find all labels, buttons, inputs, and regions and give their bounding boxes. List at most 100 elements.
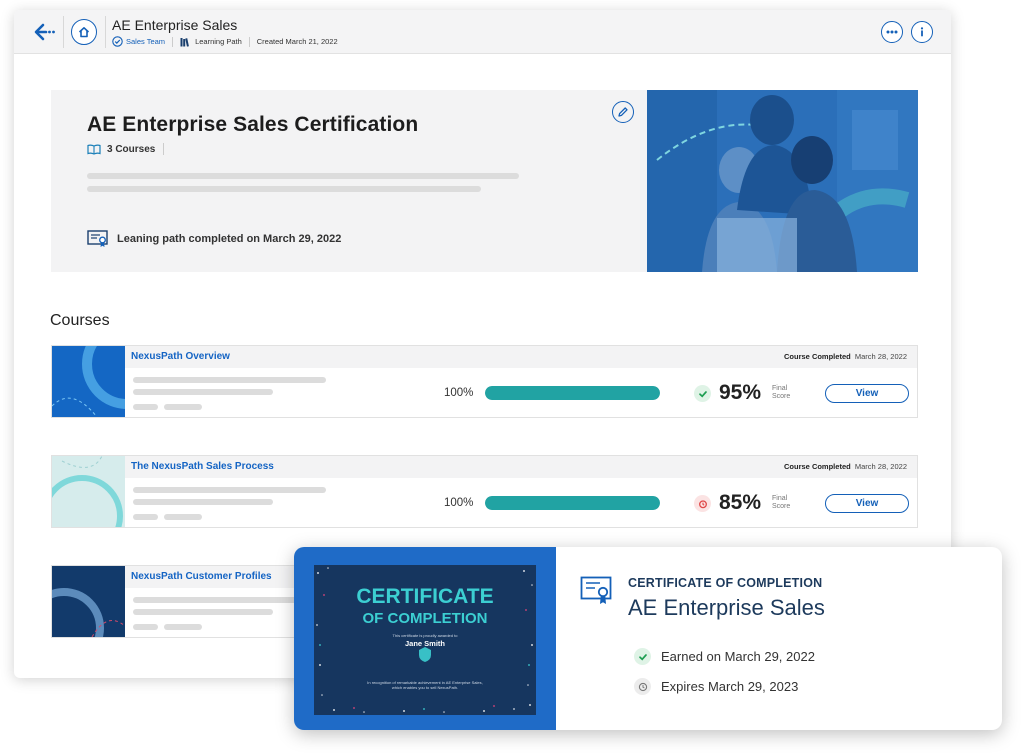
course-thumbnail-image	[52, 456, 125, 527]
course-thumbnail	[52, 346, 125, 417]
open-book-icon	[87, 144, 101, 155]
course-thumbnail-image	[52, 566, 125, 637]
check-icon	[698, 390, 707, 398]
certificate-icon-svg	[580, 576, 612, 604]
more-options-button[interactable]	[881, 21, 903, 43]
path-type: Learning Path	[195, 37, 242, 46]
tag-placeholder	[164, 624, 202, 630]
divider	[163, 143, 165, 155]
topbar-divider	[63, 16, 64, 48]
course-status: Course Completed March 28, 2022	[784, 462, 907, 471]
certificate-subheading: OF COMPLETION	[362, 610, 488, 627]
certificate-icon	[580, 576, 614, 611]
completion-note: Leaning path completed on March 29, 2022	[87, 230, 341, 248]
status-label: Course Completed	[784, 352, 851, 361]
certificate-heading: CERTIFICATE	[356, 585, 494, 608]
tag-placeholder	[133, 514, 158, 520]
certificate-document: CERTIFICATE OF COMPLETION This certifica…	[314, 565, 536, 715]
final-score-label: Final Score	[772, 495, 791, 510]
back-arrow-icon	[34, 23, 55, 41]
final-score-label: Final Score	[772, 385, 791, 400]
final-score: 95%	[719, 381, 762, 404]
course-title-link[interactable]: NexusPath Customer Profiles	[131, 571, 272, 582]
description-placeholder	[133, 499, 273, 505]
certificate-icon	[87, 230, 108, 247]
path-meta: Sales Team Learning Path Created March 2…	[112, 36, 338, 47]
certificate-recognition-text: In recognition of remarkable achievement…	[367, 680, 483, 690]
earned-line: Earned on March 29, 2022	[634, 648, 815, 665]
tag-placeholder	[164, 514, 202, 520]
progress-fill	[485, 386, 660, 400]
description-placeholder	[133, 389, 273, 395]
certificate-title: AE Enterprise Sales	[628, 595, 825, 620]
view-course-button[interactable]: View	[825, 384, 909, 403]
course-thumbnail-image	[52, 346, 125, 417]
course-row[interactable]: The NexusPath Sales Process Course Compl…	[51, 455, 918, 528]
course-thumbnail	[52, 456, 125, 527]
status-date: March 28, 2022	[854, 352, 907, 361]
course-title-link[interactable]: The NexusPath Sales Process	[131, 461, 274, 472]
certificate-awarded-text: This certificate is proudly awarded to	[392, 633, 458, 638]
hero-title: AE Enterprise Sales Certification	[87, 113, 419, 136]
description-placeholder	[87, 173, 519, 179]
courses-heading: Courses	[50, 312, 110, 329]
status-date: March 28, 2022	[854, 462, 907, 471]
hero-photo	[647, 90, 918, 272]
check-icon	[634, 648, 651, 665]
course-count-label: 3 Courses	[107, 143, 156, 155]
course-header: The NexusPath Sales Process Course Compl…	[125, 456, 917, 478]
expires-date: Expires March 29, 2023	[661, 679, 799, 694]
final-score: 85%	[719, 491, 762, 514]
home-icon	[78, 27, 90, 38]
course-status: Course Completed March 28, 2022	[784, 352, 907, 361]
progress-bar	[485, 496, 660, 510]
description-placeholder	[87, 186, 481, 192]
score-status-badge	[694, 495, 711, 512]
course-count: 3 Courses	[87, 143, 165, 155]
certificate-recipient: Jane Smith	[404, 639, 445, 648]
team-link[interactable]: Sales Team	[126, 37, 165, 46]
info-icon	[920, 27, 924, 37]
info-button[interactable]	[911, 21, 933, 43]
certificate-kicker: CERTIFICATE OF COMPLETION	[628, 576, 823, 590]
status-label: Course Completed	[784, 462, 851, 471]
tag-placeholder	[133, 624, 158, 630]
progress-percent: 100%	[444, 387, 474, 399]
learning-path-hero: AE Enterprise Sales Certification 3 Cour…	[51, 90, 918, 272]
description-placeholder	[133, 487, 326, 493]
tag-placeholder	[133, 404, 158, 410]
edit-button[interactable]	[612, 101, 634, 123]
more-horizontal-icon	[886, 30, 898, 34]
path-title: AE Enterprise Sales	[112, 17, 238, 33]
progress-fill	[485, 496, 660, 510]
alarm-clock-icon	[698, 499, 707, 508]
team-photo-image	[647, 90, 918, 272]
pencil-icon	[618, 107, 628, 117]
course-row[interactable]: NexusPath Overview Course Completed Marc…	[51, 345, 918, 418]
clock-icon	[634, 678, 651, 695]
description-placeholder	[133, 609, 273, 615]
back-button[interactable]	[34, 22, 56, 42]
description-placeholder	[133, 377, 326, 383]
course-header: NexusPath Overview Course Completed Marc…	[125, 346, 917, 368]
topbar-divider	[105, 16, 106, 48]
course-thumbnail	[52, 566, 125, 637]
meta-divider	[248, 36, 250, 47]
completion-text: Leaning path completed on March 29, 2022	[117, 233, 342, 245]
created-date: Created March 21, 2022	[256, 37, 338, 46]
tag-placeholder	[164, 404, 202, 410]
check-circle-icon	[112, 36, 123, 47]
books-icon	[180, 37, 189, 47]
expires-line: Expires March 29, 2023	[634, 678, 798, 695]
progress-bar	[485, 386, 660, 400]
top-bar: AE Enterprise Sales Sales Team Learning …	[14, 10, 951, 54]
course-title-link[interactable]: NexusPath Overview	[131, 351, 230, 362]
certificate-card[interactable]: CERTIFICATE OF COMPLETION This certifica…	[294, 547, 1002, 730]
progress-percent: 100%	[444, 497, 474, 509]
score-status-badge	[694, 385, 711, 402]
certificate-preview: CERTIFICATE OF COMPLETION This certifica…	[294, 547, 556, 730]
view-course-button[interactable]: View	[825, 494, 909, 513]
earned-date: Earned on March 29, 2022	[661, 649, 815, 664]
home-button[interactable]	[71, 19, 97, 45]
meta-divider	[172, 36, 174, 47]
